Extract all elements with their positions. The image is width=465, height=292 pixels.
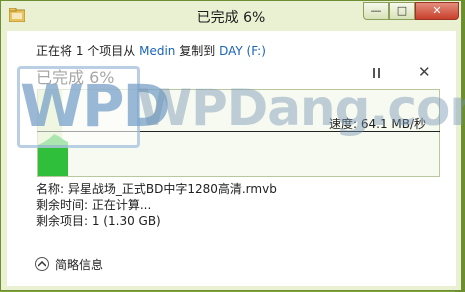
close-window-button[interactable]: ✕	[415, 2, 459, 20]
file-name: 名称: 异星战场_正式BD中字1280高清.rmvb	[36, 182, 277, 196]
maximize-button[interactable]: □	[389, 2, 415, 20]
copy-dialog-window: 已完成 6% — □ ✕ 正在将 1 个项目从 Medin 复制到 DAY (F…	[0, 0, 465, 291]
copy-prefix: 正在将 1 个项目从	[36, 44, 136, 58]
progress-status: 已完成 6%	[36, 68, 115, 87]
less-details-button[interactable]: 简略信息	[35, 255, 103, 273]
copy-description: 正在将 1 个项目从 Medin 复制到 DAY (F:)	[36, 42, 266, 59]
dialog-content: 正在将 1 个项目从 Medin 复制到 DAY (F:) 已完成 6% ✕ 速…	[7, 31, 456, 286]
copy-middle: 复制到	[179, 44, 216, 58]
speed-graph-chart	[38, 90, 68, 176]
cancel-icon[interactable]: ✕	[418, 63, 431, 81]
less-details-label: 简略信息	[55, 258, 104, 272]
source-link[interactable]: Medin	[139, 44, 175, 58]
time-remaining: 剩余时间: 正在计算...	[36, 198, 152, 212]
items-remaining: 剩余项目: 1 (1.30 GB)	[36, 214, 161, 228]
transfer-speed-graph	[37, 89, 440, 177]
chevron-up-icon	[35, 257, 49, 271]
destination-link[interactable]: DAY (F:)	[219, 44, 266, 58]
speed-label: 速度: 64.1 MB/秒	[329, 117, 427, 131]
title-bar[interactable]: 已完成 6% — □ ✕	[1, 1, 461, 31]
minimize-button[interactable]: —	[363, 2, 389, 20]
pause-icon[interactable]	[373, 68, 381, 78]
